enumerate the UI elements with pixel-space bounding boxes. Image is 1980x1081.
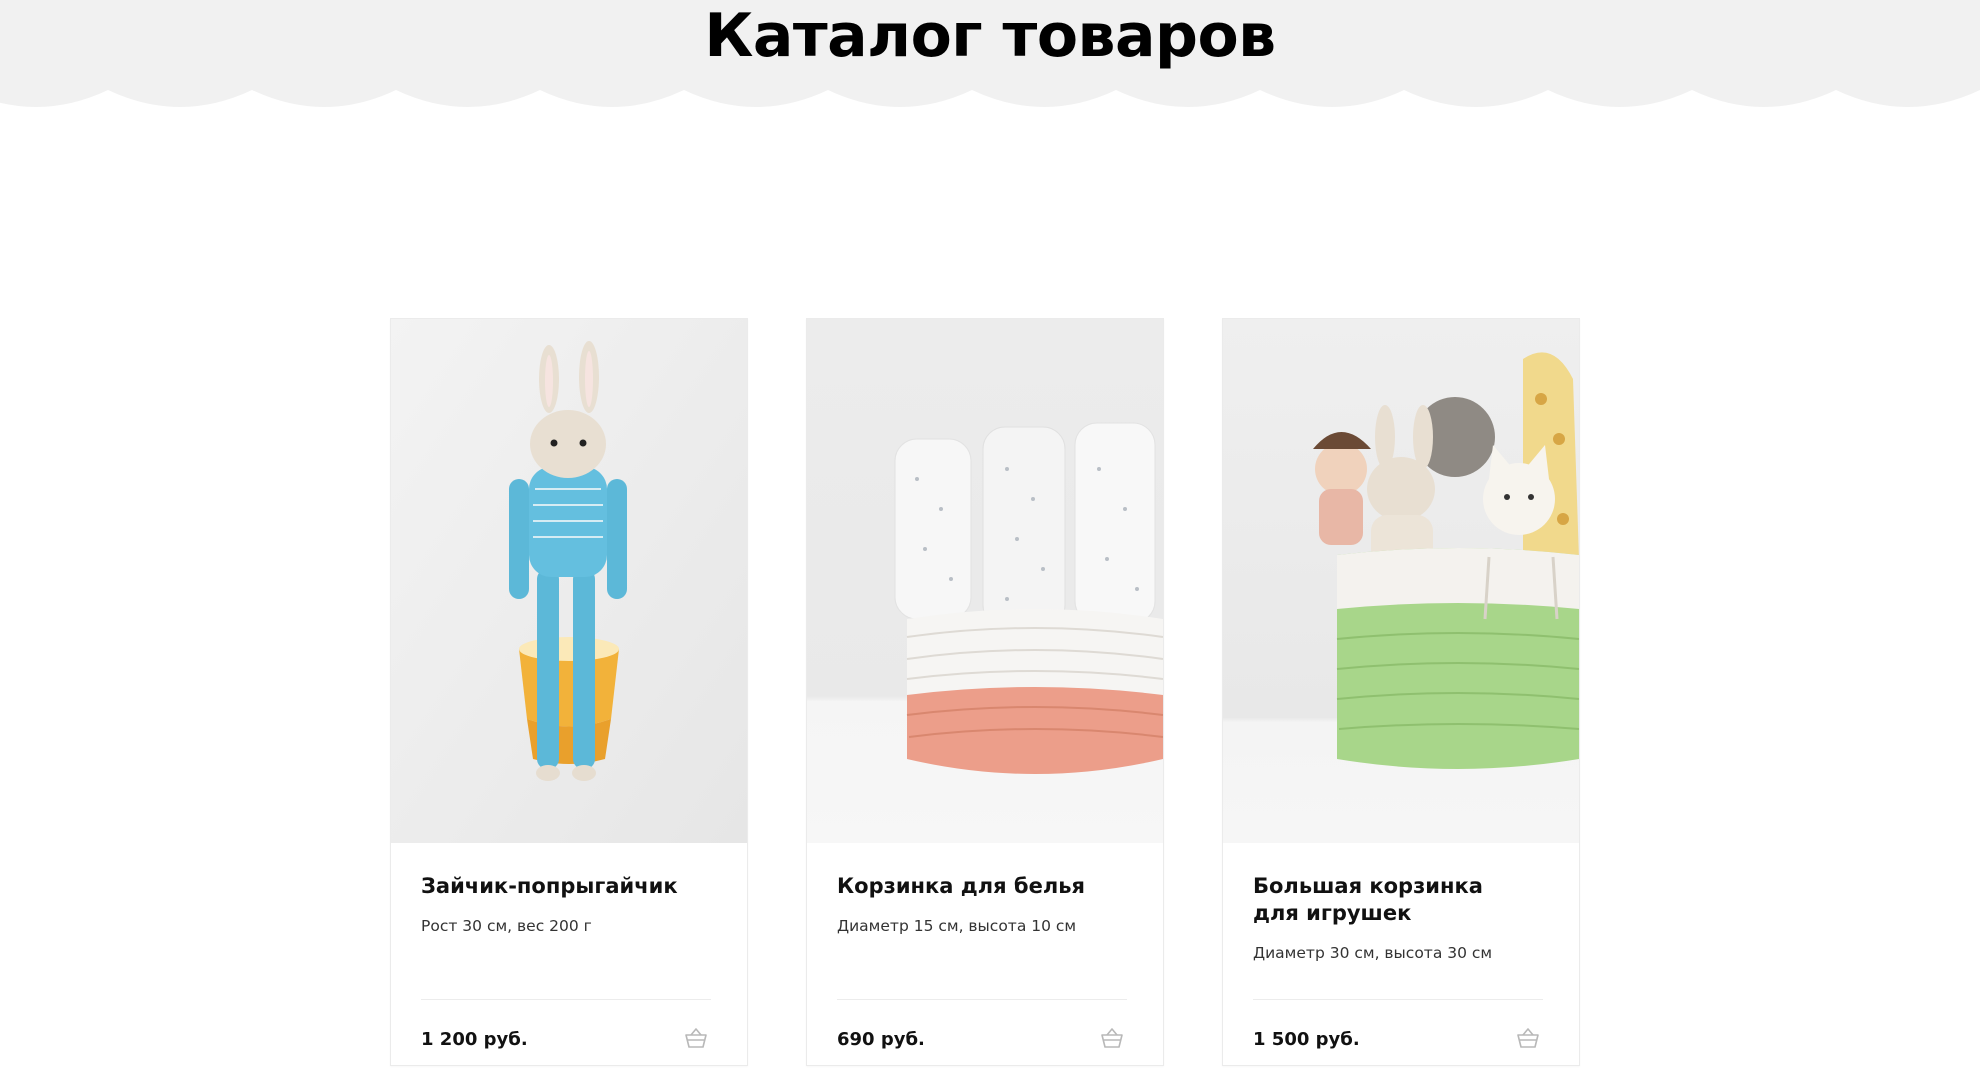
toy-basket-image <box>1223 319 1579 843</box>
product-card[interactable]: Зайчик-попрыгайчик Рост 30 см, вес 200 г… <box>390 318 748 1066</box>
page-title: Каталог товаров <box>704 1 1276 71</box>
basket-icon <box>685 1028 707 1048</box>
product-title[interactable]: Зайчик-попрыгайчик <box>421 873 721 900</box>
product-card[interactable]: Корзинка для белья Диаметр 15 см, высота… <box>806 318 1164 1066</box>
crochet-basket-image <box>807 319 1163 843</box>
add-to-cart-button[interactable] <box>1513 1023 1543 1053</box>
product-description: Рост 30 см, вес 200 г <box>421 917 592 935</box>
product-description: Диаметр 15 см, высота 10 см <box>837 917 1077 935</box>
product-image[interactable] <box>1223 319 1579 843</box>
product-card[interactable]: Большая корзинка для игрушек Диаметр 30 … <box>1222 318 1580 1066</box>
divider <box>1253 999 1543 1000</box>
product-info: Корзинка для белья Диаметр 15 см, высота… <box>837 843 1127 1065</box>
add-to-cart-button[interactable] <box>1097 1023 1127 1053</box>
product-title[interactable]: Корзинка для белья <box>837 873 1137 900</box>
product-info: Зайчик-попрыгайчик Рост 30 см, вес 200 г… <box>421 843 711 1065</box>
product-image[interactable] <box>807 319 1163 843</box>
product-price: 1 500 руб. <box>1253 1029 1360 1050</box>
divider <box>837 999 1127 1000</box>
product-price: 690 руб. <box>837 1029 925 1050</box>
product-catalog: Зайчик-попрыгайчик Рост 30 см, вес 200 г… <box>390 318 1580 1068</box>
product-price: 1 200 руб. <box>421 1029 528 1050</box>
page-header: Каталог товаров <box>0 0 1980 146</box>
add-to-cart-button[interactable] <box>681 1023 711 1053</box>
crochet-bunny-image <box>391 319 747 843</box>
product-description: Диаметр 30 см, высота 30 см <box>1253 944 1493 962</box>
divider <box>421 999 711 1000</box>
product-title[interactable]: Большая корзинка для игрушек <box>1253 873 1503 927</box>
product-image[interactable] <box>391 319 747 843</box>
product-info: Большая корзинка для игрушек Диаметр 30 … <box>1253 843 1543 1065</box>
basket-icon <box>1517 1028 1539 1048</box>
basket-icon <box>1101 1028 1123 1048</box>
